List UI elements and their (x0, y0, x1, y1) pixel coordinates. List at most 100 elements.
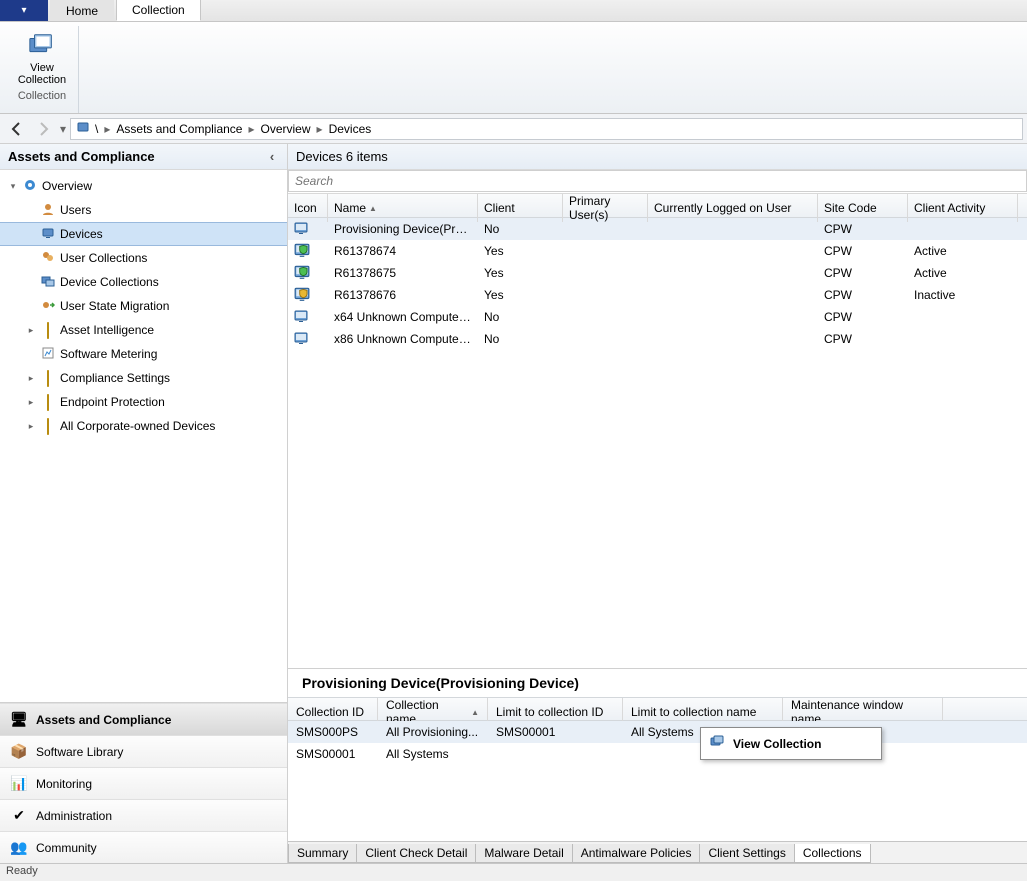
sidebar-item-label: Device Collections (60, 275, 159, 289)
migration-icon (40, 298, 56, 315)
tab-client-check-detail[interactable]: Client Check Detail (356, 844, 476, 863)
table-row[interactable]: R61378674YesCPWActive (288, 240, 1027, 262)
tab-summary[interactable]: Summary (288, 844, 357, 863)
workspace-administration[interactable]: ✔Administration (0, 799, 287, 831)
chevron-right-icon: ▸ (246, 122, 256, 136)
cell-client: No (478, 310, 563, 324)
cell-collection-name: All Systems (378, 747, 488, 761)
tab-antimalware-policies[interactable]: Antimalware Policies (572, 844, 701, 863)
cell-client: Yes (478, 288, 563, 302)
detail-tabs: SummaryClient Check DetailMalware Detail… (288, 841, 1027, 863)
search-input[interactable] (288, 170, 1027, 192)
expand-icon: ▸ (26, 397, 36, 408)
cell-limit-id: SMS00001 (488, 725, 623, 739)
view-collection-icon (26, 30, 58, 62)
expand-icon: ▸ (26, 373, 36, 384)
table-row[interactable]: R61378675YesCPWActive (288, 262, 1027, 284)
cell-name: R61378675 (328, 266, 478, 280)
view-collection-button[interactable]: View Collection (12, 28, 72, 88)
sidebar-item-endpoint-protection[interactable]: ▸Endpoint Protection (0, 390, 287, 414)
sidebar-item-users[interactable]: Users (0, 198, 287, 222)
folder-icon (40, 323, 56, 338)
user-collection-icon (40, 250, 56, 267)
status-label: Ready (6, 865, 38, 877)
workspace-software-library[interactable]: 📦Software Library (0, 735, 287, 767)
cell-name: x86 Unknown Computer... (328, 332, 478, 346)
sidebar-item-label: User Collections (60, 251, 147, 265)
sidebar-item-user-state-migration[interactable]: User State Migration (0, 294, 287, 318)
file-menu-button[interactable]: ▾ (0, 0, 48, 21)
arrow-left-icon (7, 120, 25, 138)
sidebar-item-label: User State Migration (60, 299, 169, 313)
tab-client-settings[interactable]: Client Settings (699, 844, 794, 863)
overview-icon (22, 178, 38, 195)
workspace-assets-and-compliance[interactable]: 🖥Assets and Compliance (0, 703, 287, 735)
workspace-monitoring[interactable]: 📊Monitoring (0, 767, 287, 799)
col-primary-user[interactable]: Primary User(s) (563, 194, 648, 222)
cell-icon (288, 221, 328, 238)
col-name[interactable]: Name▲ (328, 194, 478, 222)
table-row[interactable]: x64 Unknown Computer...NoCPW (288, 306, 1027, 328)
arrow-right-icon (35, 120, 53, 138)
devices-grid: Icon Name▲ Client Primary User(s) Curren… (288, 194, 1027, 668)
nav-forward-button[interactable] (32, 117, 56, 141)
sidebar-item-label: Users (60, 203, 91, 217)
cell-site: CPW (818, 310, 908, 324)
table-row[interactable]: R61378676YesCPWInactive (288, 284, 1027, 306)
expand-icon: ▸ (26, 325, 36, 336)
nav-back-button[interactable] (4, 117, 28, 141)
tab-collections[interactable]: Collections (794, 844, 871, 863)
col-site-code[interactable]: Site Code (818, 194, 908, 222)
col-client-activity[interactable]: Client Activity (908, 194, 1018, 222)
sidebar-item-label: Devices (60, 227, 103, 241)
cell-client: Yes (478, 244, 563, 258)
workspace-label: Community (36, 841, 97, 855)
breadcrumb-root-icon (77, 120, 91, 137)
col-logged-on-user[interactable]: Currently Logged on User (648, 194, 818, 222)
workspace-label: Administration (36, 809, 112, 823)
cell-icon (288, 242, 328, 261)
sidebar-collapse-button[interactable]: ‹ (265, 149, 279, 164)
sidebar-item-asset-intelligence[interactable]: ▸Asset Intelligence (0, 318, 287, 342)
cell-client: No (478, 332, 563, 346)
grid-header: Icon Name▲ Client Primary User(s) Curren… (288, 194, 1027, 218)
breadcrumb-item-2[interactable]: Devices (329, 122, 372, 136)
sidebar-item-compliance-settings[interactable]: ▸Compliance Settings (0, 366, 287, 390)
ribbon-group-collection: View Collection Collection (6, 26, 79, 113)
chevron-right-icon: ▸ (315, 122, 325, 136)
detail-title: Provisioning Device(Provisioning Device) (288, 669, 1027, 697)
workspace-community[interactable]: 👥Community (0, 831, 287, 863)
breadcrumb-item-1[interactable]: Overview (261, 122, 311, 136)
table-row[interactable]: x86 Unknown Computer...NoCPW (288, 328, 1027, 350)
table-row[interactable]: SMS000PSAll Provisioning...SMS00001All S… (288, 721, 1027, 743)
breadcrumb[interactable]: \ ▸ Assets and Compliance ▸ Overview ▸ D… (70, 118, 1023, 140)
sidebar-item-devices[interactable]: Devices (0, 222, 287, 246)
detail-body: SMS000PSAll Provisioning...SMS00001All S… (288, 721, 1027, 841)
cell-activity: Inactive (908, 288, 1018, 302)
workspace-label: Software Library (36, 745, 123, 759)
tab-collection-label: Collection (132, 3, 185, 17)
tab-collection[interactable]: Collection (116, 0, 201, 21)
tab-home-label: Home (66, 4, 98, 18)
sidebar-item-all-corporate-owned-devices[interactable]: ▸All Corporate-owned Devices (0, 414, 287, 438)
tab-malware-detail[interactable]: Malware Detail (475, 844, 572, 863)
sidebar-item-software-metering[interactable]: Software Metering (0, 342, 287, 366)
sidebar-item-user-collections[interactable]: User Collections (0, 246, 287, 270)
content-item-count: 6 items (346, 149, 388, 164)
nav-bar: ▾ \ ▸ Assets and Compliance ▸ Overview ▸… (0, 114, 1027, 144)
sidebar-item-overview[interactable]: ▾Overview (0, 174, 287, 198)
tab-home[interactable]: Home (50, 0, 114, 21)
cell-icon (288, 286, 328, 305)
cell-activity: Active (908, 244, 1018, 258)
sidebar-item-device-collections[interactable]: Device Collections (0, 270, 287, 294)
col-client[interactable]: Client (478, 194, 563, 222)
chevron-right-icon: ▸ (102, 122, 112, 136)
breadcrumb-item-0[interactable]: Assets and Compliance (116, 122, 242, 136)
context-view-collection[interactable]: View Collection (703, 730, 879, 757)
table-row[interactable]: SMS00001All Systems (288, 743, 1027, 765)
breadcrumb-root[interactable]: \ (95, 122, 98, 136)
search-row (288, 170, 1027, 194)
sidebar-title-label: Assets and Compliance (8, 149, 155, 164)
ribbon-body: View Collection Collection (0, 22, 1027, 114)
col-icon[interactable]: Icon (288, 194, 328, 222)
